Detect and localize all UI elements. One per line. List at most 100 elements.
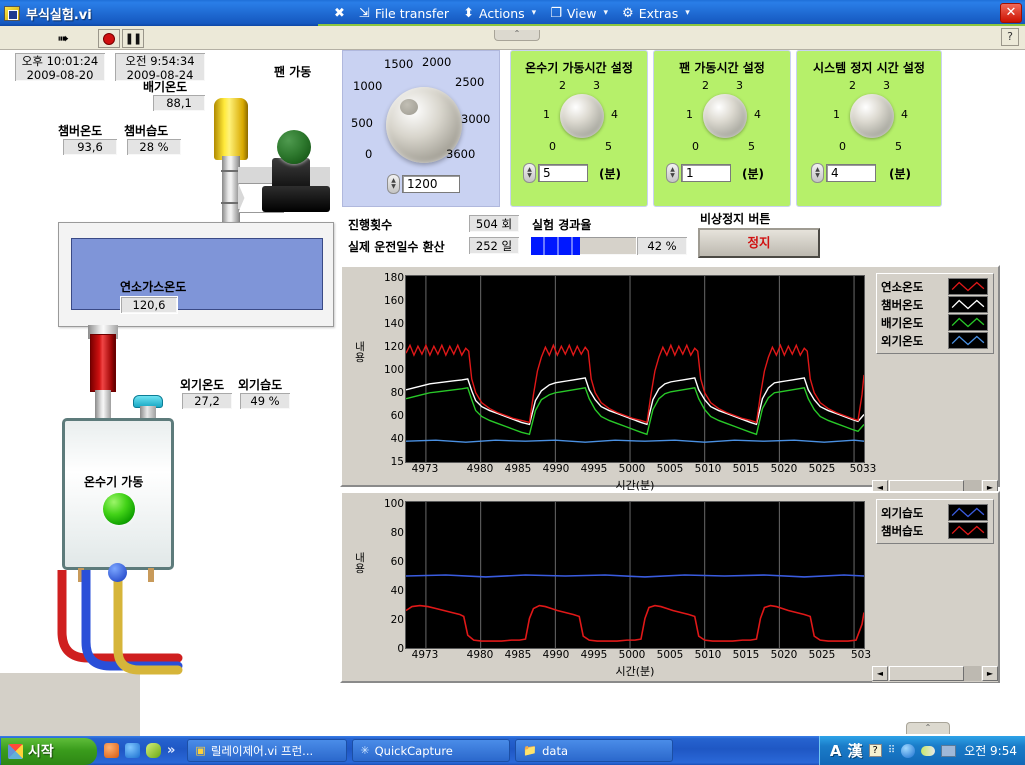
rpm-tick-500: 500 <box>351 116 373 130</box>
rpm-spinner[interactable]: ▲ ▼ <box>387 174 400 194</box>
water-heater-runtime-control[interactable]: ▲ ▼ 5 <box>523 163 588 183</box>
humidity-plot-svg <box>406 502 864 648</box>
pipe-diagram <box>57 570 183 675</box>
clock[interactable]: 오전 9:54 <box>962 742 1017 759</box>
system-stop-time-panel: 시스템 정지 시간 설정 0 1 2 3 4 5 ▲ ▼ 4 (분) <box>796 50 942 207</box>
xtick-4973: 4973 <box>411 649 439 661</box>
chamber-temp-value: 93,6 <box>62 138 118 156</box>
gp0-tick-1: 1 <box>543 108 550 121</box>
toolbar-collapse-handle[interactable]: ⌃ <box>494 30 540 41</box>
legend-item-exhaust-temp[interactable]: 배기온도 <box>881 314 989 331</box>
ytick-120: 120 <box>383 341 404 353</box>
xtick-5033: 503 <box>850 649 872 661</box>
windows-taskbar: 시작 » ▣ 릴레이제어.vi 프런... ✳ QuickCapture 📁 d… <box>0 736 1025 765</box>
run-continuously-button[interactable]: ➠ <box>52 29 74 48</box>
series-combustion-temp <box>406 343 864 424</box>
view-menu-button[interactable]: ❐ View ▾ <box>544 2 614 24</box>
view-icon: ❐ <box>550 5 562 21</box>
gp2-tick-3: 3 <box>883 79 890 92</box>
ime-latin-indicator[interactable]: A <box>830 742 842 760</box>
gp2-tick-2: 2 <box>849 79 856 92</box>
outdoor-temp-value: 27,2 <box>181 392 233 410</box>
fan-runtime-value[interactable]: 1 <box>681 164 731 182</box>
humidity-scroll-thumb[interactable] <box>889 666 965 681</box>
xtick-4985: 4985 <box>504 463 532 475</box>
file-transfer-button[interactable]: ⇲ File transfer <box>353 2 455 24</box>
labview-vi-icon: ▣ <box>195 744 206 757</box>
humidity-scroll-track[interactable] <box>889 666 981 681</box>
xtick-4990: 4990 <box>542 463 570 475</box>
panel-scroll-handle[interactable]: ⌃ <box>906 722 950 734</box>
fan-runtime-control[interactable]: ▲ ▼ 1 <box>666 163 731 183</box>
pill-icon[interactable] <box>921 745 936 756</box>
help-button[interactable]: ? <box>1001 28 1019 46</box>
monitor-icon[interactable] <box>941 744 957 757</box>
window-close-button[interactable]: ✕ <box>1000 3 1022 23</box>
abort-execution-button[interactable] <box>98 29 120 48</box>
legend-label-combustion-temp: 연소온도 <box>881 279 924 294</box>
front-panel: 오후 10:01:24 2009-08-20 오전 9:54:34 2009-0… <box>0 50 1025 736</box>
chamber-humid-label: 챔버습도 <box>124 124 169 138</box>
actions-menu-button[interactable]: ⬍ Actions ▾ <box>457 2 542 24</box>
temperature-plot-area[interactable] <box>405 275 865 463</box>
legend-item-chamber-temp[interactable]: 챔버온도 <box>881 296 989 313</box>
browser-icon[interactable] <box>104 743 119 758</box>
system-tray: A 漢 ? ⠿ 오전 9:54 <box>818 736 1025 765</box>
water-heater-runtime-value[interactable]: 5 <box>538 164 588 182</box>
system-stop-time-title: 시스템 정지 시간 설정 <box>813 61 925 75</box>
pause-button[interactable]: ❚❚ <box>122 29 144 48</box>
taskbar-item-data-folder[interactable]: 📁 data <box>515 739 674 762</box>
ie-icon[interactable] <box>125 743 140 758</box>
flue-gas-temp-value: 120,6 <box>120 296 178 314</box>
legend-item-combustion-temp[interactable]: 연소온도 <box>881 278 989 295</box>
gp2-spinner[interactable]: ▲ ▼ <box>811 163 824 183</box>
humidity-chart-hscrollbar[interactable]: ◄ ► <box>872 665 998 682</box>
gp2-tick-0: 0 <box>839 140 846 153</box>
ime-hanja-indicator[interactable]: 漢 <box>848 740 863 761</box>
gp0-tick-2: 2 <box>559 79 566 92</box>
extras-menu-button[interactable]: ⚙ Extras ▾ <box>616 2 696 24</box>
system-stop-time-value[interactable]: 4 <box>826 164 876 182</box>
gp0-tick-0: 0 <box>549 140 556 153</box>
water-heater-runtime-knob[interactable] <box>560 94 604 138</box>
legend-swatch-outdoor-temp <box>948 332 988 349</box>
ime-options-icon[interactable]: ⠿ <box>888 745 895 756</box>
start-button[interactable]: 시작 <box>1 737 97 765</box>
operating-days-label: 실제 운전일수 환산 <box>348 240 445 254</box>
fan-runtime-knob[interactable] <box>703 94 747 138</box>
gp1-tick-1: 1 <box>686 108 693 121</box>
series-chamber-humidity <box>406 604 864 642</box>
gp0-spinner[interactable]: ▲ ▼ <box>523 163 536 183</box>
pipe-junction-valve <box>108 563 127 582</box>
xtick-5015: 5015 <box>732 463 760 475</box>
pen-icon[interactable] <box>146 743 161 758</box>
rpm-numeric-control[interactable]: ▲ ▼ 1200 <box>387 174 460 194</box>
taskbar-item-labview[interactable]: ▣ 릴레이제어.vi 프런... <box>187 739 348 762</box>
rpm-value-field[interactable]: 1200 <box>402 175 460 193</box>
rpm-tick-1500: 1500 <box>384 57 414 71</box>
humidity-scroll-right-button[interactable]: ► <box>982 666 998 681</box>
gp1-spinner[interactable]: ▲ ▼ <box>666 163 679 183</box>
legend-item-outdoor-humidity[interactable]: 외기습도 <box>881 504 989 521</box>
taskbar-item-quickcapture-label: QuickCapture <box>374 743 453 758</box>
ime-help-icon[interactable]: ? <box>868 744 882 757</box>
humidity-scroll-left-button[interactable]: ◄ <box>872 666 888 681</box>
humidity-plot-area[interactable] <box>405 501 865 649</box>
legend-item-chamber-humidity[interactable]: 챔버습도 <box>881 522 989 539</box>
more-chevron-icon[interactable]: » <box>167 743 175 758</box>
taskbar-item-quickcapture[interactable]: ✳ QuickCapture <box>352 739 511 762</box>
water-heater-runtime-panel: 온수기 가동시간 설정 0 1 2 3 4 5 ▲ ▼ 5 (분) <box>510 50 648 207</box>
back-icon[interactable] <box>901 743 916 758</box>
system-stop-time-knob[interactable] <box>850 94 894 138</box>
legend-item-outdoor-temp[interactable]: 외기온도 <box>881 332 989 349</box>
system-stop-time-control[interactable]: ▲ ▼ 4 <box>811 163 876 183</box>
emergency-stop-button[interactable]: 정지 <box>698 228 820 258</box>
temperature-plot-svg <box>406 276 864 462</box>
xtick-4973: 4973 <box>411 463 439 475</box>
stack-light-lamp <box>214 98 248 160</box>
application-window: 부식실험.vi ✖ ⇲ File transfer ⬍ Actions ▾ ❐ … <box>0 0 1025 765</box>
gp2-tick-1: 1 <box>833 108 840 121</box>
close-x-icon-button[interactable]: ✖ <box>328 2 351 24</box>
file-transfer-label: File transfer <box>374 5 450 21</box>
temperature-gridlines <box>425 276 855 462</box>
